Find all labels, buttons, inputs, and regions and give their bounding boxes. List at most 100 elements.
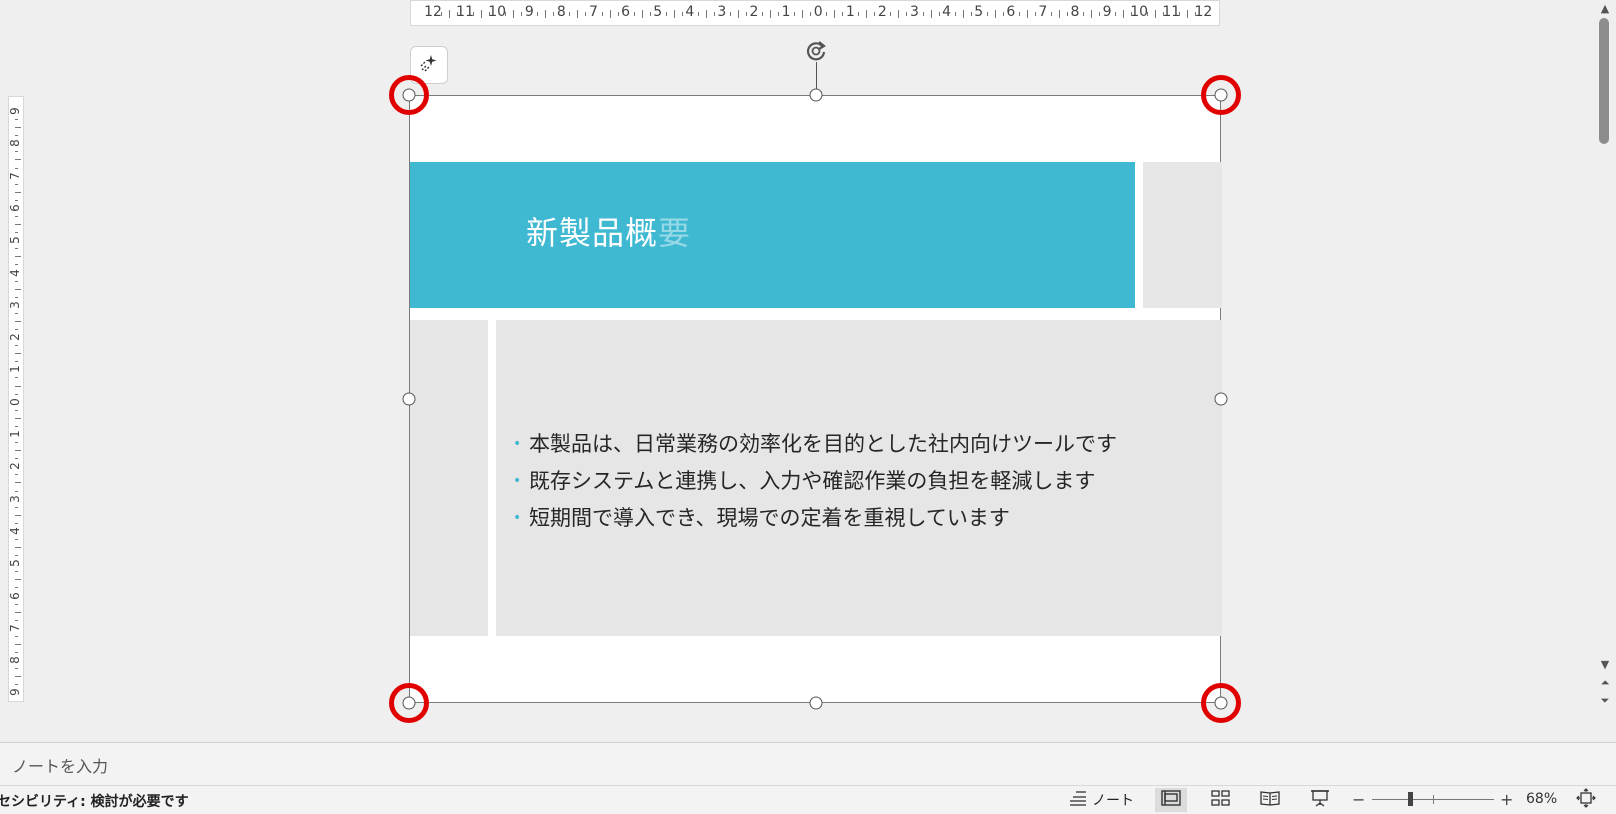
title-side-panel[interactable] xyxy=(1143,162,1222,308)
notes-placeholder[interactable]: ノートを入力 xyxy=(12,753,108,777)
ruler-tick xyxy=(15,417,21,419)
vertical-ruler: 9 8 7 6 5 4 3 2 1 0 1 2 3 4 5 6 7 8 9 xyxy=(8,96,24,702)
book-icon xyxy=(1260,790,1280,810)
ruler-tick xyxy=(15,514,21,516)
resize-handle-bottom[interactable] xyxy=(809,696,823,710)
ruler-tick xyxy=(15,159,21,161)
accessibility-status[interactable]: セシビリティ: 検討が必要です xyxy=(0,791,189,811)
ruler-tick xyxy=(15,652,18,654)
slide-sorter-button[interactable] xyxy=(1205,788,1237,812)
zoom-slider-thumb[interactable] xyxy=(1408,792,1413,806)
bullet-marker: • xyxy=(513,473,522,489)
resize-handle-top[interactable] xyxy=(809,88,823,102)
reading-view-button[interactable] xyxy=(1254,788,1286,812)
ruler-tick xyxy=(15,127,21,129)
resize-handle-left[interactable] xyxy=(402,392,416,406)
ruler-tick xyxy=(15,320,21,322)
ruler-tick xyxy=(15,353,21,355)
scrollbar-thumb[interactable] xyxy=(1599,18,1609,144)
slide-canvas[interactable]: 新製品概要 • 本製品は、日常業務の効率化を目的とした社内向けツールです • 既存シ… xyxy=(409,95,1222,703)
ruler-tick xyxy=(15,482,21,484)
ruler-tick xyxy=(898,10,900,18)
ruler-label: 2 xyxy=(7,462,22,471)
ruler-label: 4 xyxy=(685,4,695,20)
ruler-label: 7 xyxy=(7,623,22,632)
ruler-tick xyxy=(15,547,21,549)
ruler-tick xyxy=(15,603,18,605)
ruler-tick xyxy=(729,12,731,16)
ruler-tick xyxy=(1083,12,1085,16)
ruler-tick xyxy=(866,10,868,18)
notes-pane[interactable]: ノートを入力 xyxy=(0,743,1616,785)
ruler-tick xyxy=(826,12,828,16)
ruler-tick xyxy=(994,10,996,18)
ruler-tick xyxy=(15,393,18,395)
fit-to-window-button[interactable] xyxy=(1574,788,1598,812)
zoom-level[interactable]: 68% xyxy=(1526,791,1557,807)
ruler-tick xyxy=(15,450,21,452)
ruler-tick xyxy=(15,385,21,387)
ruler-tick xyxy=(15,425,18,427)
highlight-ring-top-left xyxy=(389,75,429,115)
scroll-down-icon[interactable]: ▼ xyxy=(1599,658,1611,671)
ruler-tick xyxy=(15,232,18,234)
ruler-tick xyxy=(449,10,451,18)
ruler-label: 7 xyxy=(1038,4,1048,20)
ruler-label: 3 xyxy=(7,300,22,309)
scroll-up-icon[interactable]: ▲ xyxy=(1599,2,1611,15)
bullet-text: 既存システムと連携し、入力や確認作業の負担を軽減します xyxy=(529,469,1096,493)
ruler-tick xyxy=(15,587,18,589)
ruler-tick xyxy=(553,12,555,16)
previous-slide-icon[interactable]: ⏶ xyxy=(1599,676,1611,690)
ruler-label: 1 xyxy=(7,430,22,438)
ruler-tick xyxy=(537,12,539,16)
ruler-label: 2 xyxy=(877,4,887,20)
ruler-label: 6 xyxy=(7,591,22,600)
ruler-label: 8 xyxy=(7,139,22,148)
ruler-tick xyxy=(473,12,475,16)
ruler-tick xyxy=(890,12,892,16)
grid-icon xyxy=(1211,790,1231,810)
notes-toggle-button[interactable]: ノート xyxy=(1062,788,1140,812)
zoom-out-button[interactable]: − xyxy=(1352,790,1365,809)
ruler-label: 11 xyxy=(456,4,475,20)
ruler-tick xyxy=(641,10,643,18)
ruler-tick xyxy=(585,12,587,16)
ruler-label: 5 xyxy=(7,559,22,568)
ruler-tick xyxy=(794,12,796,16)
ruler-tick xyxy=(15,579,21,581)
next-slide-icon[interactable]: ⏷ xyxy=(1599,694,1611,708)
slideshow-button[interactable] xyxy=(1304,788,1336,812)
ruler-tick xyxy=(15,684,18,686)
bullet-list[interactable]: • 本製品は、日常業務の効率化を目的とした社内向けツールです • 既存システムと連携… xyxy=(513,426,1117,537)
ruler-tick xyxy=(15,442,18,444)
zoom-in-button[interactable]: + xyxy=(1500,790,1513,809)
ruler-tick xyxy=(15,215,18,217)
ruler-tick xyxy=(986,12,988,16)
highlight-ring-top-right xyxy=(1201,75,1241,115)
ruler-tick xyxy=(15,248,18,250)
ruler-tick xyxy=(745,12,747,16)
slide-title-main: 新製品概 xyxy=(526,214,659,252)
normal-view-button[interactable] xyxy=(1155,788,1187,812)
ruler-tick xyxy=(15,676,21,678)
resize-handle-right[interactable] xyxy=(1214,392,1228,406)
ruler-tick xyxy=(15,506,18,508)
ruler-label: 4 xyxy=(7,527,22,535)
ruler-tick xyxy=(15,643,21,645)
ruler-tick xyxy=(15,458,18,460)
rotate-icon[interactable] xyxy=(802,37,830,65)
body-side-panel[interactable] xyxy=(410,320,488,636)
ruler-tick xyxy=(1026,10,1028,18)
ruler-tick xyxy=(15,329,18,331)
vertical-scrollbar[interactable]: ▲ ▼ ⏶ ⏷ xyxy=(1594,0,1616,742)
ruler-label: 9 xyxy=(524,4,534,20)
ruler-tick xyxy=(649,12,651,16)
slide-title[interactable]: 新製品概要 xyxy=(526,208,691,254)
ruler-tick xyxy=(15,409,18,411)
sparkle-icon xyxy=(418,52,440,78)
ruler-label: 1 xyxy=(781,4,791,20)
ruler-tick xyxy=(15,183,18,185)
ruler-label: 7 xyxy=(589,4,598,20)
title-bar-shape[interactable] xyxy=(410,162,1135,308)
